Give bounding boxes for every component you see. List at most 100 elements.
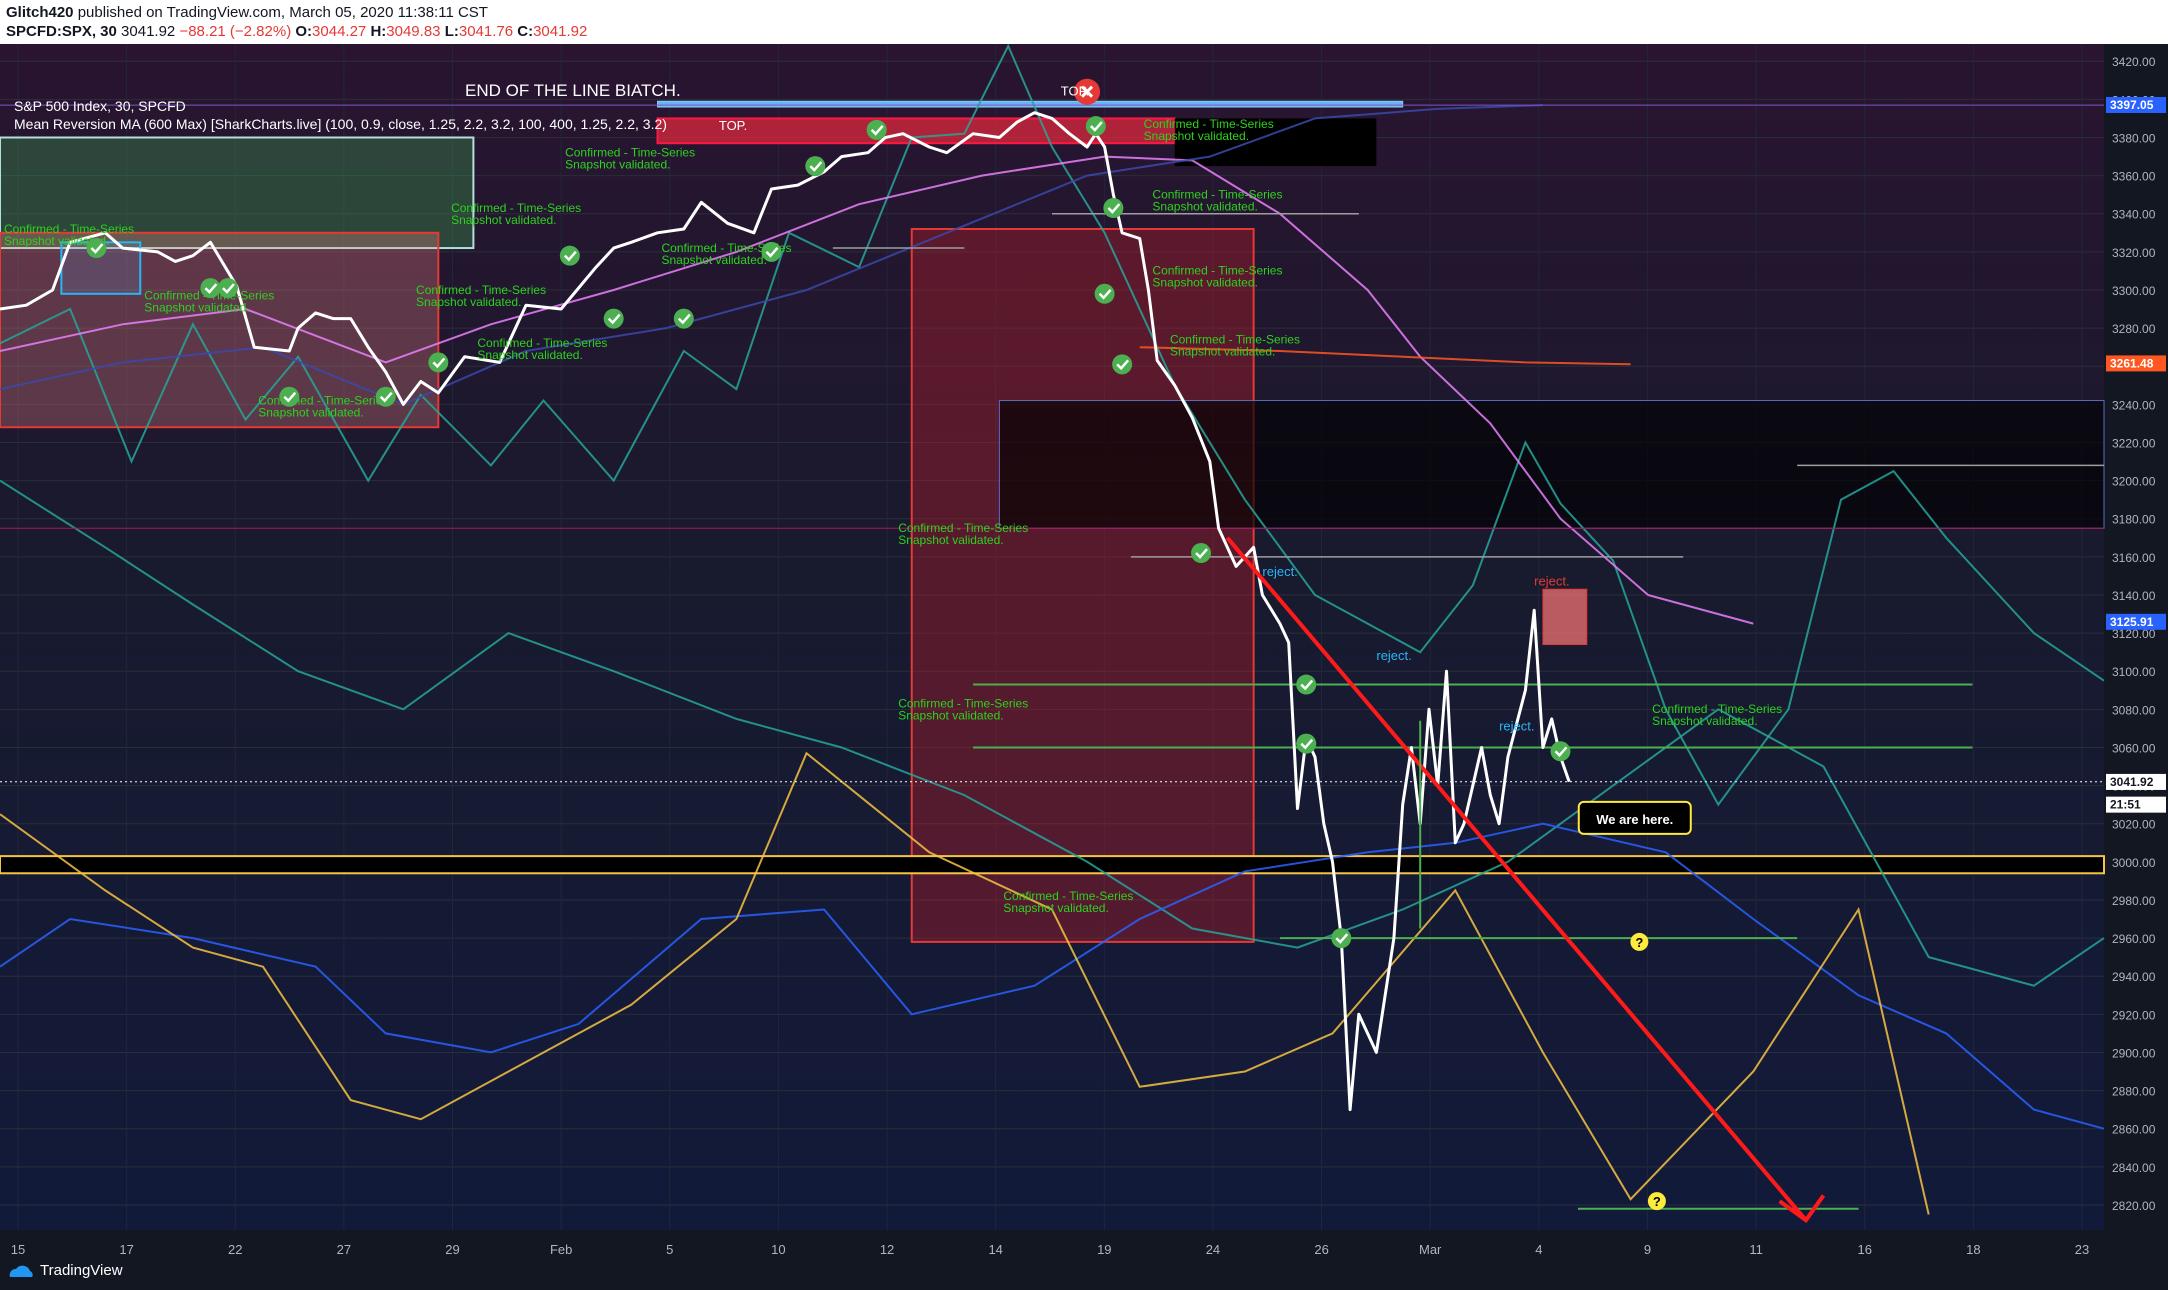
high-label: H: xyxy=(370,23,387,40)
y-tick-label: 3380.00 xyxy=(2112,131,2156,145)
tradingview-logo-icon xyxy=(9,1265,33,1277)
x-tick-label: 24 xyxy=(1206,1242,1220,1257)
x-tick-label: 15 xyxy=(11,1242,25,1257)
legend-indicator: Mean Reversion MA (600 Max) [SharkCharts… xyxy=(14,116,667,132)
check-circle-icon xyxy=(1112,354,1133,375)
annotation: reject. xyxy=(1262,564,1297,579)
change-value: −88.21 (−2.82%) xyxy=(179,23,292,40)
y-tick-label: 2860.00 xyxy=(2112,1123,2156,1137)
x-tick-label: 17 xyxy=(119,1242,133,1257)
check-circle-icon xyxy=(86,238,107,259)
y-tick-label: 3000.00 xyxy=(2112,856,2156,870)
x-tick-label: 14 xyxy=(988,1242,1002,1257)
y-tick-label: 3160.00 xyxy=(2112,551,2156,565)
y-tick-label: 2940.00 xyxy=(2112,970,2156,984)
tradingview-brand[interactable]: TradingView xyxy=(8,1262,123,1279)
annotation: TOP. xyxy=(719,118,747,133)
y-tick-label: 3140.00 xyxy=(2112,589,2156,603)
open-label: O: xyxy=(295,23,313,40)
x-tick-label: 16 xyxy=(1858,1242,1872,1257)
close-value: 3041.92 xyxy=(533,23,588,40)
check-circle-icon xyxy=(279,386,300,407)
y-tick-label: 3180.00 xyxy=(2112,513,2156,527)
y-tick-label: 2960.00 xyxy=(2112,932,2156,946)
x-tick-label: Feb xyxy=(550,1242,572,1257)
price-axis-background xyxy=(2104,44,2168,1244)
x-tick-label: 19 xyxy=(1097,1242,1111,1257)
annotation: reject. xyxy=(1499,718,1534,733)
check-circle-icon xyxy=(805,156,826,177)
low-value: 3041.76 xyxy=(458,23,514,40)
chart-area[interactable]: Confirmed - Time-Series Snapshot validate… xyxy=(0,44,2168,1290)
author-name[interactable]: Glitch420 xyxy=(6,4,74,21)
check-circle-icon xyxy=(1103,198,1124,219)
price-badge-text: 3261.48 xyxy=(2110,356,2154,370)
close-label: C: xyxy=(517,23,534,40)
open-value: 3044.27 xyxy=(312,23,367,40)
black-zone xyxy=(998,400,2105,529)
low-label: L: xyxy=(444,23,459,40)
annotation: TOP. xyxy=(1061,84,1089,99)
check-circle-icon xyxy=(200,278,221,299)
check-circle-icon xyxy=(673,308,694,329)
check-circle-icon xyxy=(1085,116,1106,137)
annotation: reject. xyxy=(1534,573,1569,588)
x-tick-label: Mar xyxy=(1419,1242,1442,1257)
y-tick-label: 3220.00 xyxy=(2112,436,2156,450)
check-circle-icon xyxy=(217,278,238,299)
y-tick-label: 2840.00 xyxy=(2112,1161,2156,1175)
last-price: 3041.92 xyxy=(121,23,176,40)
annotation: reject. xyxy=(1376,648,1411,663)
y-tick-label: 3340.00 xyxy=(2112,208,2156,222)
price-badge-text: 21:51 xyxy=(2110,798,2141,812)
x-tick-label: 23 xyxy=(2075,1242,2089,1257)
x-tick-label: 22 xyxy=(228,1242,242,1257)
reject-box xyxy=(1542,588,1588,646)
published-text: published on TradingView.com, March 05, … xyxy=(77,4,488,21)
check-circle-icon xyxy=(1296,733,1317,754)
check-circle-icon xyxy=(559,245,580,266)
question-mark-icon: ? xyxy=(1635,935,1643,950)
y-tick-label: 3420.00 xyxy=(2112,55,2156,69)
symbol-line: SPCFD:SPX, 30 3041.92 −88.21 (−2.82%) O:… xyxy=(6,23,587,40)
check-circle-icon xyxy=(1331,928,1352,949)
x-tick-label: 12 xyxy=(880,1242,894,1257)
x-tick-label: 26 xyxy=(1314,1242,1328,1257)
y-tick-label: 3080.00 xyxy=(2112,703,2156,717)
publish-line: Glitch420 published on TradingView.com, … xyxy=(6,4,488,21)
y-tick-label: 3060.00 xyxy=(2112,741,2156,755)
y-tick-label: 3300.00 xyxy=(2112,284,2156,298)
check-circle-icon xyxy=(761,241,782,262)
check-circle-icon xyxy=(603,308,624,329)
y-tick-label: 3360.00 xyxy=(2112,170,2156,184)
y-tick-label: 3020.00 xyxy=(2112,818,2156,832)
x-tick-label: 11 xyxy=(1749,1242,1763,1257)
y-tick-label: 2900.00 xyxy=(2112,1046,2156,1060)
y-tick-label: 3280.00 xyxy=(2112,322,2156,336)
y-tick-label: 3200.00 xyxy=(2112,475,2156,489)
x-tick-label: 18 xyxy=(1966,1242,1980,1257)
price-badge-text: 3125.91 xyxy=(2110,615,2154,629)
time-axis-background xyxy=(0,1230,2104,1290)
y-tick-label: 3240.00 xyxy=(2112,398,2156,412)
check-circle-icon xyxy=(1191,543,1212,564)
legend-title: S&P 500 Index, 30, SPCFD xyxy=(14,98,186,114)
x-tick-label: 27 xyxy=(337,1242,351,1257)
price-badge-text: 3041.92 xyxy=(2110,775,2154,789)
chart-svg[interactable]: Confirmed - Time-Series Snapshot validate… xyxy=(0,44,2168,1290)
x-tick-label: 9 xyxy=(1644,1242,1651,1257)
check-circle-icon xyxy=(1550,741,1571,762)
check-circle-icon xyxy=(1094,283,1115,304)
y-tick-label: 2980.00 xyxy=(2112,894,2156,908)
question-mark-icon: ? xyxy=(1653,1194,1661,1209)
x-tick-label: 29 xyxy=(445,1242,459,1257)
x-tick-label: 5 xyxy=(666,1242,673,1257)
x-tick-label: 4 xyxy=(1535,1242,1542,1257)
price-badge-text: 3397.05 xyxy=(2110,98,2154,112)
high-value: 3049.83 xyxy=(386,23,441,40)
x-tick-label: 10 xyxy=(771,1242,785,1257)
symbol-name: SPCFD:SPX, 30 xyxy=(6,23,117,40)
support-band xyxy=(0,855,2105,875)
publish-bar: Glitch420 published on TradingView.com, … xyxy=(0,0,2168,44)
y-tick-label: 2920.00 xyxy=(2112,1008,2156,1022)
